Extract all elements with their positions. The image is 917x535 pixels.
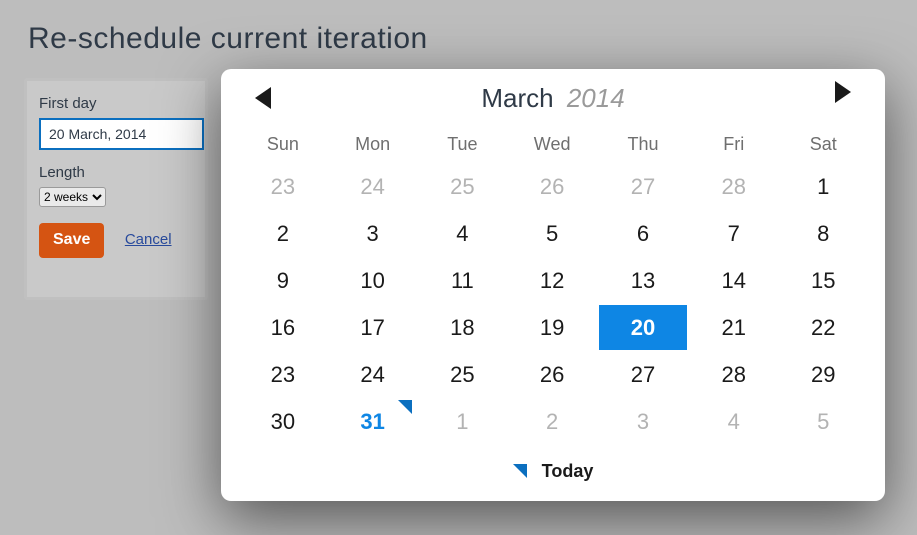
day-cell[interactable]: 29 xyxy=(778,351,868,398)
cancel-link[interactable]: Cancel xyxy=(125,231,172,248)
day-cell[interactable]: 3 xyxy=(597,398,689,445)
day-cell[interactable]: 23 xyxy=(238,351,328,398)
day-cell[interactable]: 13 xyxy=(597,257,689,304)
calendar-title: March 2014 xyxy=(221,83,885,114)
day-cell[interactable]: 28 xyxy=(689,163,778,210)
calendar-grid: SunMonTueWedThuFriSat 232425262728123456… xyxy=(238,125,868,445)
day-cell[interactable]: 10 xyxy=(328,257,418,304)
day-cell[interactable]: 11 xyxy=(418,257,508,304)
day-cell[interactable]: 26 xyxy=(507,163,597,210)
day-cell[interactable]: 4 xyxy=(418,210,508,257)
day-cell[interactable]: 8 xyxy=(778,210,868,257)
weekday-header: Sat xyxy=(778,125,868,163)
length-label: Length xyxy=(39,164,205,181)
next-month-icon[interactable] xyxy=(835,81,851,103)
weekday-header: Mon xyxy=(328,125,418,163)
weekday-header: Tue xyxy=(418,125,508,163)
day-cell[interactable]: 24 xyxy=(328,163,418,210)
day-cell[interactable]: 28 xyxy=(689,351,778,398)
day-cell[interactable]: 30 xyxy=(238,398,328,445)
length-select[interactable]: 2 weeks xyxy=(39,187,106,207)
day-cell[interactable]: 16 xyxy=(238,304,328,351)
day-cell[interactable]: 25 xyxy=(418,163,508,210)
reschedule-form: First day Length 2 weeks Save Cancel xyxy=(24,78,208,300)
day-cell[interactable]: 26 xyxy=(507,351,597,398)
day-cell[interactable]: 21 xyxy=(689,304,778,351)
day-cell[interactable]: 7 xyxy=(689,210,778,257)
page-title: Re-schedule current iteration xyxy=(0,0,917,56)
first-day-input[interactable] xyxy=(39,118,204,150)
today-marker-icon xyxy=(398,400,412,414)
day-cell[interactable]: 4 xyxy=(689,398,778,445)
day-cell[interactable]: 27 xyxy=(597,163,689,210)
day-cell[interactable]: 23 xyxy=(238,163,328,210)
day-cell[interactable]: 9 xyxy=(238,257,328,304)
day-cell[interactable]: 22 xyxy=(778,304,868,351)
day-cell[interactable]: 3 xyxy=(328,210,418,257)
day-cell[interactable]: 31 xyxy=(328,398,418,445)
date-picker: March 2014 SunMonTueWedThuFriSat 2324252… xyxy=(221,69,885,501)
weekday-header: Fri xyxy=(689,125,778,163)
day-cell[interactable]: 25 xyxy=(418,351,508,398)
day-cell[interactable]: 27 xyxy=(597,351,689,398)
today-label: Today xyxy=(542,461,594,481)
today-link[interactable]: Today xyxy=(221,461,885,482)
weekday-header: Thu xyxy=(597,125,689,163)
day-cell[interactable]: 2 xyxy=(238,210,328,257)
day-cell[interactable]: 5 xyxy=(507,210,597,257)
calendar-month: March xyxy=(481,83,553,113)
weekday-header: Sun xyxy=(238,125,328,163)
day-cell[interactable]: 6 xyxy=(597,210,689,257)
day-cell[interactable]: 5 xyxy=(778,398,868,445)
day-cell[interactable]: 17 xyxy=(328,304,418,351)
today-marker-icon xyxy=(513,464,527,478)
day-cell[interactable]: 20 xyxy=(597,304,689,351)
day-cell[interactable]: 19 xyxy=(507,304,597,351)
first-day-label: First day xyxy=(39,95,205,112)
day-cell[interactable]: 1 xyxy=(418,398,508,445)
day-cell[interactable]: 2 xyxy=(507,398,597,445)
day-cell[interactable]: 1 xyxy=(778,163,868,210)
day-cell[interactable]: 15 xyxy=(778,257,868,304)
weekday-header: Wed xyxy=(507,125,597,163)
day-cell[interactable]: 18 xyxy=(418,304,508,351)
day-cell[interactable]: 12 xyxy=(507,257,597,304)
day-cell[interactable]: 24 xyxy=(328,351,418,398)
day-cell[interactable]: 14 xyxy=(689,257,778,304)
save-button[interactable]: Save xyxy=(39,223,104,258)
calendar-year: 2014 xyxy=(567,83,625,113)
